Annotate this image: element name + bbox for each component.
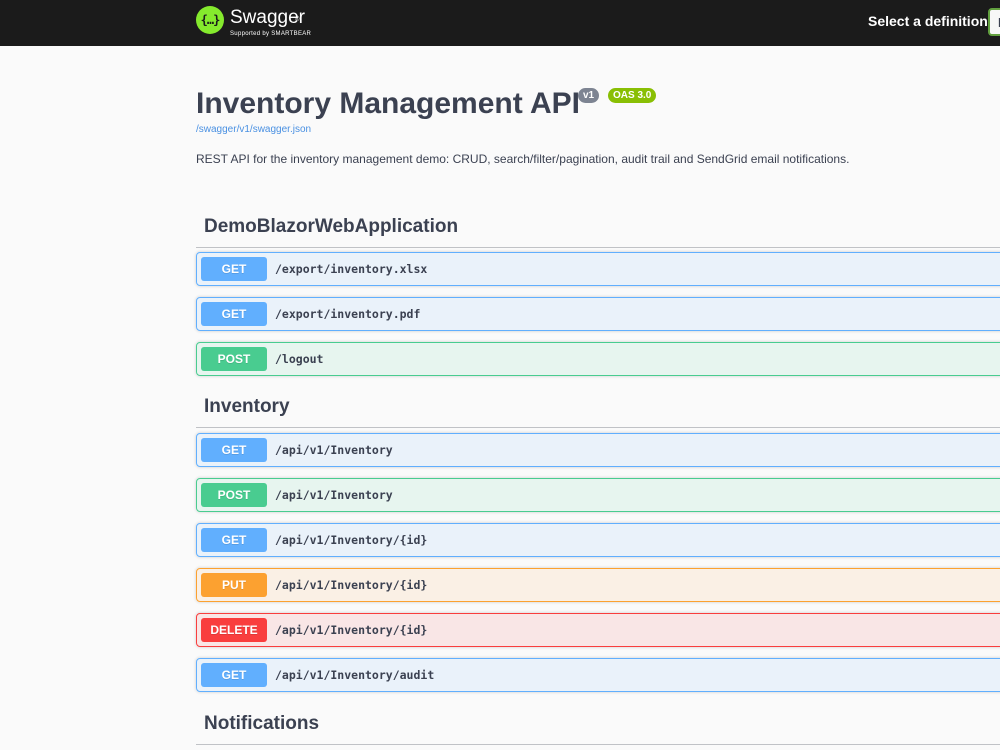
swagger-logo-link[interactable]: {…} Swagger ® Supported by SMARTBEAR <box>196 5 326 41</box>
operation-get-export-inventory-xlsx[interactable]: GET /export/inventory.xlsx <box>196 252 1000 286</box>
operation-path: /api/v1/Inventory <box>275 443 393 457</box>
tag-title: DemoBlazorWebApplication <box>204 216 459 237</box>
operation-path: /export/inventory.xlsx <box>275 262 428 276</box>
operation-get-inventory-by-id[interactable]: GET /api/v1/Inventory/{id} <box>196 523 1000 557</box>
topbar: {…} Swagger ® Supported by SMARTBEAR Sel… <box>0 0 1000 46</box>
operation-get-export-inventory-pdf[interactable]: GET /export/inventory.pdf <box>196 297 1000 331</box>
operation-path: /api/v1/Inventory/{id} <box>275 533 428 547</box>
operation-post-logout[interactable]: POST /logout <box>196 342 1000 376</box>
logo-name: Swagger <box>230 7 305 28</box>
spec-json-link[interactable]: /swagger/v1/swagger.json <box>196 124 311 136</box>
tag-section-demoblazorwebapplication[interactable]: DemoBlazorWebApplication <box>196 208 1000 248</box>
method-badge: GET <box>201 302 267 326</box>
tag-title: Notifications <box>204 713 320 734</box>
tag-section-notifications[interactable]: Notifications <box>196 705 1000 745</box>
method-badge: GET <box>201 438 267 462</box>
definition-select-label: Select a definition <box>868 13 988 29</box>
operation-path: /api/v1/Inventory <box>275 488 393 502</box>
operation-delete-inventory-by-id[interactable]: DELETE /api/v1/Inventory/{id} <box>196 613 1000 647</box>
swagger-logo-icon: {…} <box>196 6 224 34</box>
method-badge: POST <box>201 483 267 507</box>
method-badge: DELETE <box>201 618 267 642</box>
tag-title: Inventory <box>204 396 290 417</box>
api-title: Inventory Management API <box>196 87 580 120</box>
definition-select[interactable]: Inventory API v1 <box>988 8 1000 36</box>
operation-path: /api/v1/Inventory/audit <box>275 668 435 682</box>
method-badge: GET <box>201 528 267 552</box>
oas-badge: OAS 3.0 <box>608 88 657 103</box>
method-badge: POST <box>201 347 267 371</box>
method-badge: GET <box>201 663 267 687</box>
logo-trademark: ® <box>295 17 300 23</box>
operation-get-inventory-list[interactable]: GET /api/v1/Inventory <box>196 433 1000 467</box>
operation-path: /logout <box>275 352 324 366</box>
tag-section-inventory[interactable]: Inventory <box>196 388 1000 428</box>
operation-path: /api/v1/Inventory/{id} <box>275 578 428 592</box>
logo-subtitle: Supported by SMARTBEAR <box>230 31 312 37</box>
method-badge: GET <box>201 257 267 281</box>
method-badge: PUT <box>201 573 267 597</box>
operation-path: /export/inventory.pdf <box>275 307 421 321</box>
operation-path: /api/v1/Inventory/{id} <box>275 623 428 637</box>
operation-put-inventory-by-id[interactable]: PUT /api/v1/Inventory/{id} <box>196 568 1000 602</box>
api-description: REST API for the inventory management de… <box>196 152 850 166</box>
version-badge: v1 <box>578 88 600 103</box>
operation-get-inventory-audit[interactable]: GET /api/v1/Inventory/audit <box>196 658 1000 692</box>
operation-post-inventory[interactable]: POST /api/v1/Inventory <box>196 478 1000 512</box>
